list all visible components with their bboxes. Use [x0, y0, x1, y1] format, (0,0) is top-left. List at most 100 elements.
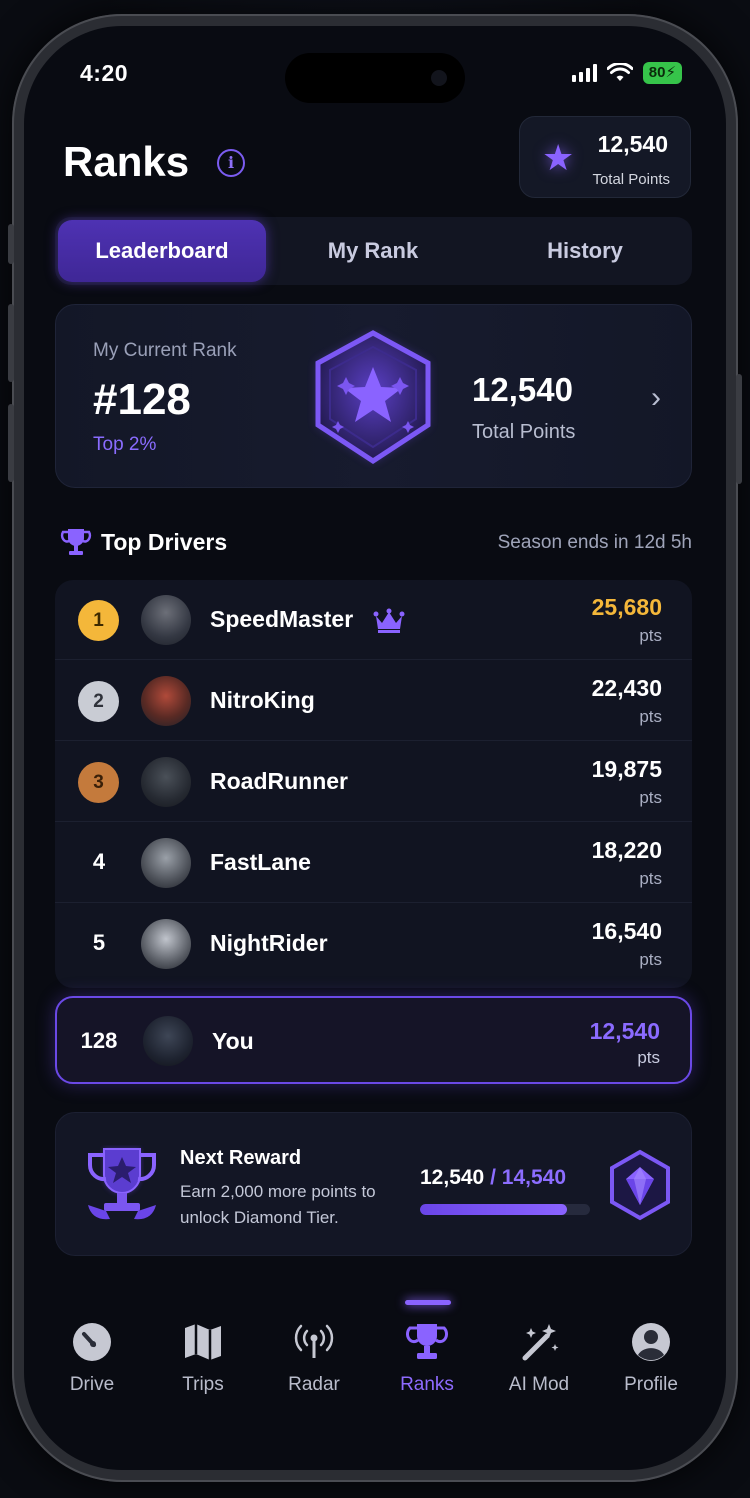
- total-points-value: 12,540: [597, 131, 668, 157]
- wifi-icon: [606, 63, 633, 81]
- nav-label: Trips: [182, 1374, 224, 1395]
- current-points-label: Total Points: [472, 421, 576, 443]
- trophy-icon: [60, 529, 92, 555]
- nav-drive[interactable]: Drive: [37, 1320, 147, 1396]
- nav-ranks[interactable]: Ranks: [372, 1320, 482, 1396]
- action-button: [8, 224, 14, 264]
- reward-progress-current: 12,540: [420, 1166, 485, 1189]
- driver-score: 12,540: [589, 1018, 660, 1044]
- trophy-reward-icon: [87, 1148, 157, 1220]
- nav-radar[interactable]: Radar: [259, 1320, 369, 1396]
- speedometer-icon: [73, 1323, 111, 1361]
- reward-progress-goal: 14,540: [501, 1166, 566, 1189]
- tab-my-rank[interactable]: My Rank: [269, 220, 477, 282]
- nav-label: Radar: [288, 1374, 340, 1395]
- nav-label: Profile: [624, 1374, 678, 1395]
- nav-label: AI Mod: [508, 1374, 570, 1395]
- driver-name: RoadRunner: [210, 768, 348, 794]
- score-unit: pts: [637, 1048, 660, 1067]
- driver-name: NitroKing: [210, 687, 315, 713]
- active-tab-indicator: [405, 1300, 451, 1305]
- avatar: [141, 757, 191, 807]
- leaderboard-row[interactable]: 3 RoadRunner 19,875 pts: [55, 742, 692, 822]
- nav-label: Drive: [69, 1374, 115, 1395]
- page-title: Ranks: [63, 138, 190, 185]
- rank-number: 5: [92, 930, 106, 955]
- status-time: 4:20: [80, 60, 129, 86]
- top-drivers-header: Top Drivers Season ends in 12d 5h: [60, 526, 692, 562]
- info-icon[interactable]: i: [217, 149, 245, 177]
- star-icon: ★: [542, 137, 575, 178]
- next-reward-description: Earn 2,000 more points to unlock Diamond…: [180, 1182, 376, 1227]
- avatar: [141, 676, 191, 726]
- magic-wand-icon: [522, 1324, 559, 1361]
- driver-score: 18,220: [591, 837, 662, 863]
- score-unit: pts: [639, 626, 662, 645]
- radar-antenna-icon: [294, 1324, 334, 1358]
- driver-score: 22,430: [591, 675, 662, 701]
- driver-name: SpeedMaster: [210, 606, 354, 632]
- leaderboard-row[interactable]: 2 NitroKing 22,430 pts: [55, 661, 692, 741]
- driver-name: FastLane: [210, 849, 311, 875]
- avatar: [141, 838, 191, 888]
- driver-score: 16,540: [591, 918, 662, 944]
- bottom-tab-bar: Drive Trips Radar Ranks AI Mod Profile: [24, 1290, 726, 1420]
- nav-ai-mod[interactable]: AI Mod: [484, 1320, 594, 1396]
- crown-icon: [373, 608, 405, 633]
- nav-label: Ranks: [400, 1374, 454, 1395]
- score-unit: pts: [639, 869, 662, 888]
- battery-indicator: 80⚡: [642, 62, 682, 84]
- reward-progress-separator: /: [490, 1166, 496, 1189]
- leaderboard-row[interactable]: 4 FastLane 18,220 pts: [55, 823, 692, 903]
- dynamic-island: [285, 53, 465, 103]
- score-unit: pts: [639, 707, 662, 726]
- top-drivers-title: Top Drivers: [101, 529, 228, 555]
- score-unit: pts: [639, 788, 662, 807]
- trophy-icon: [405, 1324, 449, 1359]
- volume-down-button: [8, 404, 14, 482]
- next-reward-title: Next Reward: [180, 1147, 302, 1169]
- driver-name: NightRider: [210, 930, 328, 956]
- nav-profile[interactable]: Profile: [596, 1320, 706, 1396]
- reward-progress-fill: [420, 1204, 567, 1215]
- bronze-medal-badge: 3: [78, 762, 119, 803]
- score-unit: pts: [639, 950, 662, 969]
- volume-up-button: [8, 304, 14, 382]
- leaderboard-row[interactable]: 1 SpeedMaster 25,680 pts: [55, 580, 692, 660]
- avatar: [141, 595, 191, 645]
- my-leaderboard-row[interactable]: 128 You 12,540 pts: [55, 996, 692, 1084]
- driver-score: 25,680: [591, 594, 662, 620]
- nav-trips[interactable]: Trips: [148, 1320, 258, 1396]
- cellular-signal-icon: [571, 64, 597, 82]
- leaderboard-row[interactable]: 5 NightRider 16,540 pts: [55, 904, 692, 984]
- current-rank-card[interactable]: My Current Rank #128 Top 2% 12,540 Total…: [55, 304, 692, 488]
- tab-history[interactable]: History: [481, 220, 689, 282]
- next-reward-card[interactable]: Next Reward Earn 2,000 more points to un…: [55, 1112, 692, 1256]
- current-rank-percentile: Top 2%: [93, 434, 157, 455]
- reward-progress-bar: [420, 1204, 590, 1215]
- status-icons: 80⚡: [571, 62, 682, 84]
- segment-tabs: Leaderboard My Rank History: [55, 217, 692, 285]
- rank-number: 4: [92, 849, 106, 874]
- silver-medal-badge: 2: [78, 681, 119, 722]
- rank-badge-icon: [315, 330, 431, 464]
- avatar: [143, 1016, 193, 1066]
- user-icon: [632, 1323, 670, 1361]
- current-points-value: 12,540: [472, 371, 573, 408]
- total-points-chip[interactable]: ★ 12,540 Total Points: [519, 116, 691, 198]
- map-icon: [185, 1324, 221, 1360]
- chevron-right-icon[interactable]: ›: [651, 381, 661, 415]
- driver-name: You: [212, 1028, 254, 1054]
- current-rank-value: #128: [93, 375, 191, 424]
- battery-level: 80: [648, 64, 666, 81]
- driver-score: 19,875: [591, 756, 662, 782]
- rank-number: 128: [80, 1028, 118, 1053]
- tab-leaderboard[interactable]: Leaderboard: [58, 220, 266, 282]
- season-countdown: Season ends in 12d 5h: [497, 532, 692, 553]
- gold-medal-badge: 1: [78, 600, 119, 641]
- leaderboard-list: 1 SpeedMaster 25,680 pts 2 NitroKing 22,…: [55, 580, 692, 988]
- total-points-label: Total Points: [592, 171, 670, 188]
- diamond-tier-icon: [610, 1149, 670, 1221]
- avatar: [141, 919, 191, 969]
- power-button: [736, 374, 742, 484]
